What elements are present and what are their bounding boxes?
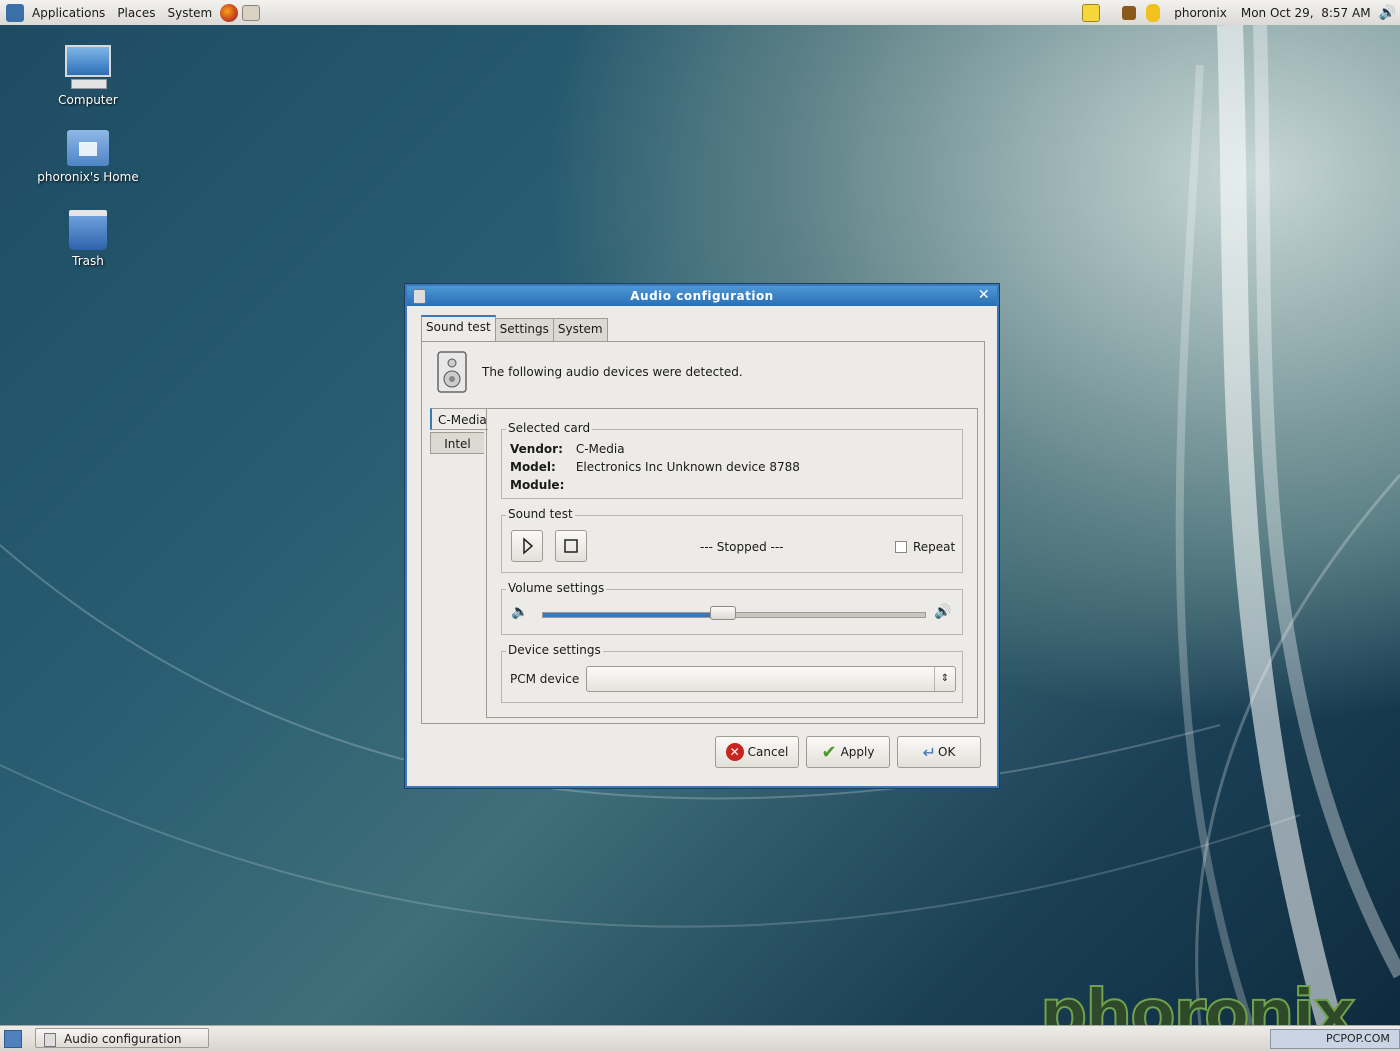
apply-button[interactable]: ✔ Apply bbox=[806, 736, 890, 768]
device-tabs: C-Media Intel bbox=[430, 408, 488, 456]
top-panel: Applications Places System phoronix Mon … bbox=[0, 0, 1400, 26]
audio-configuration-dialog: Audio configuration ✕ Sound test Setting… bbox=[405, 284, 999, 788]
device-settings-legend: Device settings bbox=[506, 643, 603, 657]
user-name[interactable]: phoronix bbox=[1168, 6, 1233, 20]
model-label: Model: bbox=[510, 460, 556, 474]
dialog-title: Audio configuration bbox=[630, 289, 774, 303]
intro-row: The following audio devices were detecte… bbox=[436, 350, 743, 394]
phoronix-watermark: phoronix bbox=[1039, 974, 1357, 1025]
play-icon bbox=[523, 537, 534, 555]
volume-slider[interactable] bbox=[542, 606, 926, 620]
volume-slider-fill bbox=[543, 613, 723, 617]
pcm-device-label: PCM device bbox=[510, 672, 580, 686]
places-menu[interactable]: Places bbox=[111, 6, 161, 20]
vendor-row: Vendor: C-Media bbox=[510, 442, 625, 456]
device-tab-cmedia[interactable]: C-Media bbox=[430, 408, 488, 430]
cancel-button[interactable]: ✕ Cancel bbox=[715, 736, 799, 768]
tab-sound-test[interactable]: Sound test bbox=[421, 315, 496, 342]
desktop-icon-label: Trash bbox=[72, 254, 104, 268]
desktop-icon-computer[interactable]: Computer bbox=[28, 45, 148, 107]
vendor-label: Vendor: bbox=[510, 442, 563, 456]
foot-icon[interactable] bbox=[6, 3, 24, 22]
package-icon[interactable] bbox=[1122, 5, 1137, 20]
playback-status: --- Stopped --- bbox=[700, 540, 784, 554]
repeat-checkbox[interactable] bbox=[895, 541, 907, 553]
notes-icon[interactable] bbox=[1082, 3, 1101, 22]
sound-test-frame: Sound test --- Stopped --- Repeat bbox=[501, 507, 963, 573]
system-menu[interactable]: System bbox=[161, 6, 218, 20]
cancel-label: Cancel bbox=[747, 745, 789, 759]
desktop-icon-home[interactable]: phoronix's Home bbox=[28, 130, 148, 184]
device-panel: Selected card Vendor: C-Media Model: Ele… bbox=[486, 408, 978, 718]
intro-text: The following audio devices were detecte… bbox=[482, 365, 743, 379]
speaker-icon bbox=[437, 351, 467, 393]
model-row: Model: Electronics Inc Unknown device 87… bbox=[510, 460, 800, 474]
close-button[interactable]: ✕ bbox=[975, 287, 993, 304]
module-label: Module: bbox=[510, 478, 565, 492]
clock[interactable]: Mon Oct 29, 8:57 AM bbox=[1239, 6, 1373, 20]
trash-icon bbox=[69, 210, 107, 250]
volume-high-icon: 🔊 bbox=[934, 604, 952, 620]
play-button[interactable] bbox=[511, 530, 543, 562]
firefox-icon[interactable] bbox=[220, 3, 239, 22]
taskbar-window-title: Audio configuration bbox=[64, 1032, 182, 1046]
repeat-label: Repeat bbox=[913, 540, 956, 554]
applications-menu[interactable]: Applications bbox=[26, 6, 111, 20]
corner-watermark: PCPOP.COM bbox=[1326, 1032, 1390, 1045]
computer-icon bbox=[65, 45, 111, 89]
vendor-value: C-Media bbox=[575, 442, 625, 456]
model-value: Electronics Inc Unknown device 8788 bbox=[575, 460, 800, 474]
email-icon[interactable] bbox=[242, 4, 261, 21]
stop-button[interactable] bbox=[555, 530, 587, 562]
sound-test-panel: The following audio devices were detecte… bbox=[421, 341, 985, 724]
selected-card-frame: Selected card Vendor: C-Media Model: Ele… bbox=[501, 421, 963, 499]
tab-settings[interactable]: Settings bbox=[494, 318, 554, 341]
checkmark-icon: ✔ bbox=[821, 741, 837, 763]
volume-slider-thumb[interactable] bbox=[709, 606, 736, 620]
apply-label: Apply bbox=[840, 745, 875, 759]
stop-icon bbox=[564, 539, 578, 553]
pcm-device-select[interactable]: ⇕ bbox=[586, 666, 956, 692]
tab-bar: Sound test Settings System bbox=[421, 315, 608, 342]
desktop-icon-label: phoronix's Home bbox=[37, 170, 139, 184]
volume-low-icon: 🔈 bbox=[511, 604, 529, 620]
bottom-panel: Audio configuration PCPOP.COM bbox=[0, 1025, 1400, 1051]
sound-test-legend: Sound test bbox=[506, 507, 575, 521]
speaker-small-icon bbox=[413, 289, 426, 304]
taskbar-window-button[interactable]: Audio configuration bbox=[35, 1028, 209, 1048]
chevron-updown-icon: ⇕ bbox=[934, 667, 955, 691]
ok-label: OK bbox=[938, 745, 956, 759]
device-settings-frame: Device settings PCM device ⇕ bbox=[501, 643, 963, 703]
volume-icon[interactable]: 🔊 bbox=[1379, 5, 1396, 21]
speaker-small-icon bbox=[44, 1032, 56, 1047]
device-tab-intel[interactable]: Intel bbox=[430, 432, 484, 454]
desktop-icon-label: Computer bbox=[58, 93, 118, 107]
enter-arrow-icon: ↵ bbox=[922, 742, 937, 762]
module-row: Module: bbox=[510, 478, 572, 492]
ok-button[interactable]: ↵ OK bbox=[897, 736, 981, 768]
volume-frame: Volume settings 🔈 🔊 bbox=[501, 581, 963, 635]
selected-card-legend: Selected card bbox=[506, 421, 593, 435]
top-right-area: phoronix Mon Oct 29, 8:57 AM 🔊 bbox=[1080, 0, 1400, 25]
tab-system[interactable]: System bbox=[552, 318, 608, 341]
cancel-icon: ✕ bbox=[725, 743, 744, 761]
dialog-titlebar[interactable]: Audio configuration ✕ bbox=[407, 286, 997, 306]
home-folder-icon bbox=[67, 130, 109, 166]
volume-legend: Volume settings bbox=[506, 581, 607, 595]
update-icon[interactable] bbox=[1146, 3, 1161, 22]
show-desktop-icon[interactable] bbox=[4, 1030, 22, 1048]
desktop-icon-trash[interactable]: Trash bbox=[28, 210, 148, 268]
